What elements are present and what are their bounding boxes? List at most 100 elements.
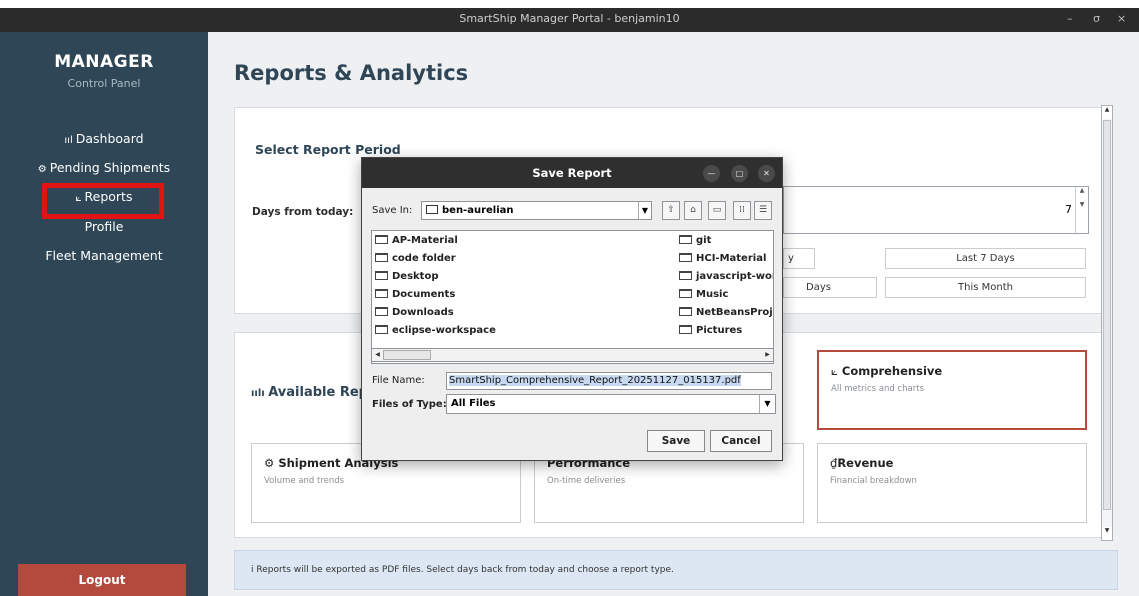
window-title: SmartShip Manager Portal - benjamin10 [459,12,680,25]
folder-icon [375,307,388,316]
package-icon: ⚙ [264,456,275,470]
file-name-label: File Name: [372,375,425,386]
chevron-down-icon[interactable]: ▼ [759,395,775,413]
maximize-icon[interactable]: σ [1093,12,1100,25]
days-from-today-label: Days from today: [252,206,354,218]
tile-subtitle: On-time deliveries [547,476,626,486]
sidebar-item-fleet-management[interactable]: Fleet Management [0,248,208,263]
list-item[interactable]: Desktop [375,271,439,282]
file-type-combobox[interactable]: All Files ▼ [446,394,776,414]
file-name-field[interactable]: SmartShip_Comprehensive_Report_20251127_… [446,372,772,390]
logout-button[interactable]: Logout [18,564,186,596]
dialog-close-icon[interactable]: ✕ [758,165,775,182]
tile-subtitle: All metrics and charts [831,384,924,394]
save-in-combobox[interactable]: ben-aurelian ▼ [421,201,652,220]
scroll-up-icon[interactable]: ▲ [1102,106,1112,119]
list-item[interactable]: code folder [375,253,456,264]
folder-icon [679,289,692,298]
folder-icon [679,325,692,334]
file-list[interactable]: AP-Material code folder Desktop Document… [371,230,774,364]
period-this-month-button[interactable]: This Month [885,277,1086,298]
cancel-button[interactable]: Cancel [710,430,772,452]
sidebar-item-profile[interactable]: Profile [0,219,208,234]
sidebar-item-dashboard[interactable]: ııl Dashboard [0,131,208,146]
sidebar-item-label: Fleet Management [45,248,163,263]
folder-icon [679,253,692,262]
available-reports-title: ıılı Available Repo [251,385,377,400]
scroll-down-icon[interactable]: ▼ [1102,527,1112,540]
scroll-left-icon[interactable]: ◀ [372,349,383,361]
folder-icon [375,289,388,298]
sidebar: MANAGER Control Panel ııl Dashboard ⚙ Pend… [0,32,208,596]
list-item[interactable]: Downloads [375,307,454,318]
report-tile-comprehensive[interactable]: ⟀ Comprehensive All metrics and charts [817,350,1087,430]
file-type-label: Files of Type: [372,399,447,410]
folder-icon [375,325,388,334]
dialog-titlebar: Save Report — □ ✕ [362,158,782,188]
period-last-7-days-button[interactable]: Last 7 Days [885,248,1086,269]
save-button[interactable]: Save [647,430,705,452]
horizontal-scrollbar[interactable]: ◀ ▶ [371,348,774,362]
save-report-dialog: Save Report — □ ✕ Save In: ben-aurelian … [361,157,783,461]
list-item[interactable]: Pictures [679,325,742,336]
package-icon: ⚙ [37,164,47,175]
dialog-minimize-icon[interactable]: — [703,165,720,182]
list-item[interactable]: AP-Material [375,235,458,246]
list-item[interactable]: eclipse-workspace [375,325,496,336]
scroll-right-icon[interactable]: ▶ [762,349,773,361]
tile-subtitle: Financial breakdown [830,476,917,486]
up-folder-icon[interactable]: ⇧ [662,201,680,220]
folder-icon [375,271,388,280]
folder-icon [679,235,692,244]
list-view-icon[interactable]: ⁞⁞ [733,201,751,220]
folder-icon [679,271,692,280]
folder-icon [375,253,388,262]
tile-title: ₫Revenue [830,456,894,470]
save-in-label: Save In: [372,205,413,216]
details-view-icon[interactable]: ☰ [754,201,772,220]
period-title: Select Report Period [255,142,401,157]
dialog-maximize-icon[interactable]: □ [731,165,748,182]
list-item[interactable]: NetBeansProjec [679,307,773,318]
window-titlebar: SmartShip Manager Portal - benjamin10 – … [0,8,1139,32]
brand-title: MANAGER [54,52,154,72]
folder-icon [375,235,388,244]
close-icon[interactable]: × [1117,12,1126,25]
list-item[interactable]: Music [679,289,728,300]
bar-chart-icon: ıılı [251,388,269,399]
page-title: Reports & Analytics [234,61,469,85]
reports-highlight-box [42,183,164,219]
info-bar: i Reports will be exported as PDF files.… [234,550,1118,590]
spinner-arrows-icon[interactable]: ▲ ▼ [1075,187,1088,233]
new-folder-icon[interactable]: ▭ [708,201,726,220]
chevron-down-icon[interactable]: ▼ [638,202,651,219]
days-spinner[interactable]: 7 ▲ ▼ [783,186,1089,234]
tile-title: ⟀ Comprehensive [831,364,943,378]
sidebar-item-label: Profile [84,219,124,234]
save-in-value: ben-aurelian [442,205,514,216]
days-spinner-value: 7 [1065,203,1072,216]
scrollbar-thumb[interactable] [1103,120,1111,510]
sidebar-item-pending-shipments[interactable]: ⚙ Pending Shipments [0,160,208,175]
vertical-scrollbar[interactable]: ▲ ▼ [1101,105,1113,541]
sidebar-item-label: Pending Shipments [49,160,171,175]
minimize-icon[interactable]: – [1067,12,1073,25]
folder-icon [426,205,438,214]
brand-subtitle: Control Panel [67,77,141,90]
tile-subtitle: Volume and trends [264,476,345,486]
scrollbar-thumb[interactable] [383,350,431,360]
report-tile-revenue[interactable]: ₫Revenue Financial breakdown [817,443,1087,523]
home-icon[interactable]: ⌂ [684,201,702,220]
list-item[interactable]: Documents [375,289,455,300]
list-item[interactable]: git [679,235,711,246]
period-days-button[interactable]: Days [783,277,877,298]
list-item[interactable]: HCI-Material [679,253,766,264]
folder-icon [679,307,692,316]
info-text: i Reports will be exported as PDF files.… [251,565,674,575]
list-item[interactable]: javascript-work [679,271,773,282]
line-chart-icon: ⟀ [831,364,838,378]
bar-chart-icon: ııl [64,135,73,146]
period-yesterday-button[interactable]: y [783,248,815,269]
sidebar-item-label: Dashboard [75,131,144,146]
file-type-value: All Files [451,398,496,409]
